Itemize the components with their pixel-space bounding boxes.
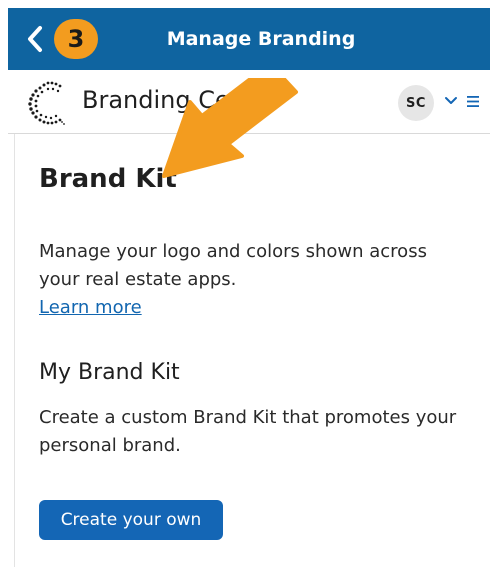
chevron-down-icon[interactable]	[444, 94, 458, 108]
app-header: Branding Center SC	[8, 70, 490, 134]
app-frame: 3 Manage Branding Branding Center SC Bra…	[0, 0, 490, 567]
chevron-left-icon	[28, 26, 42, 52]
app-name: Branding Center	[82, 86, 280, 114]
step-number-badge: 3	[54, 19, 98, 59]
user-avatar[interactable]: SC	[398, 85, 434, 121]
page-title: Brand Kit	[39, 164, 177, 194]
create-your-own-button[interactable]: Create your own	[39, 500, 223, 540]
section-description: Create a custom Brand Kit that promotes …	[39, 407, 457, 456]
page-description: Manage your logo and colors shown across…	[39, 241, 427, 290]
top-nav-bar: 3 Manage Branding	[8, 8, 490, 70]
section-title: My Brand Kit	[39, 360, 180, 385]
learn-more-link[interactable]: Learn more	[39, 294, 142, 322]
back-button[interactable]	[24, 24, 46, 54]
hamburger-menu-icon[interactable]	[466, 95, 480, 108]
brand-kit-panel: Brand Kit Manage your logo and colors sh…	[14, 134, 490, 567]
logo-icon	[28, 81, 65, 125]
